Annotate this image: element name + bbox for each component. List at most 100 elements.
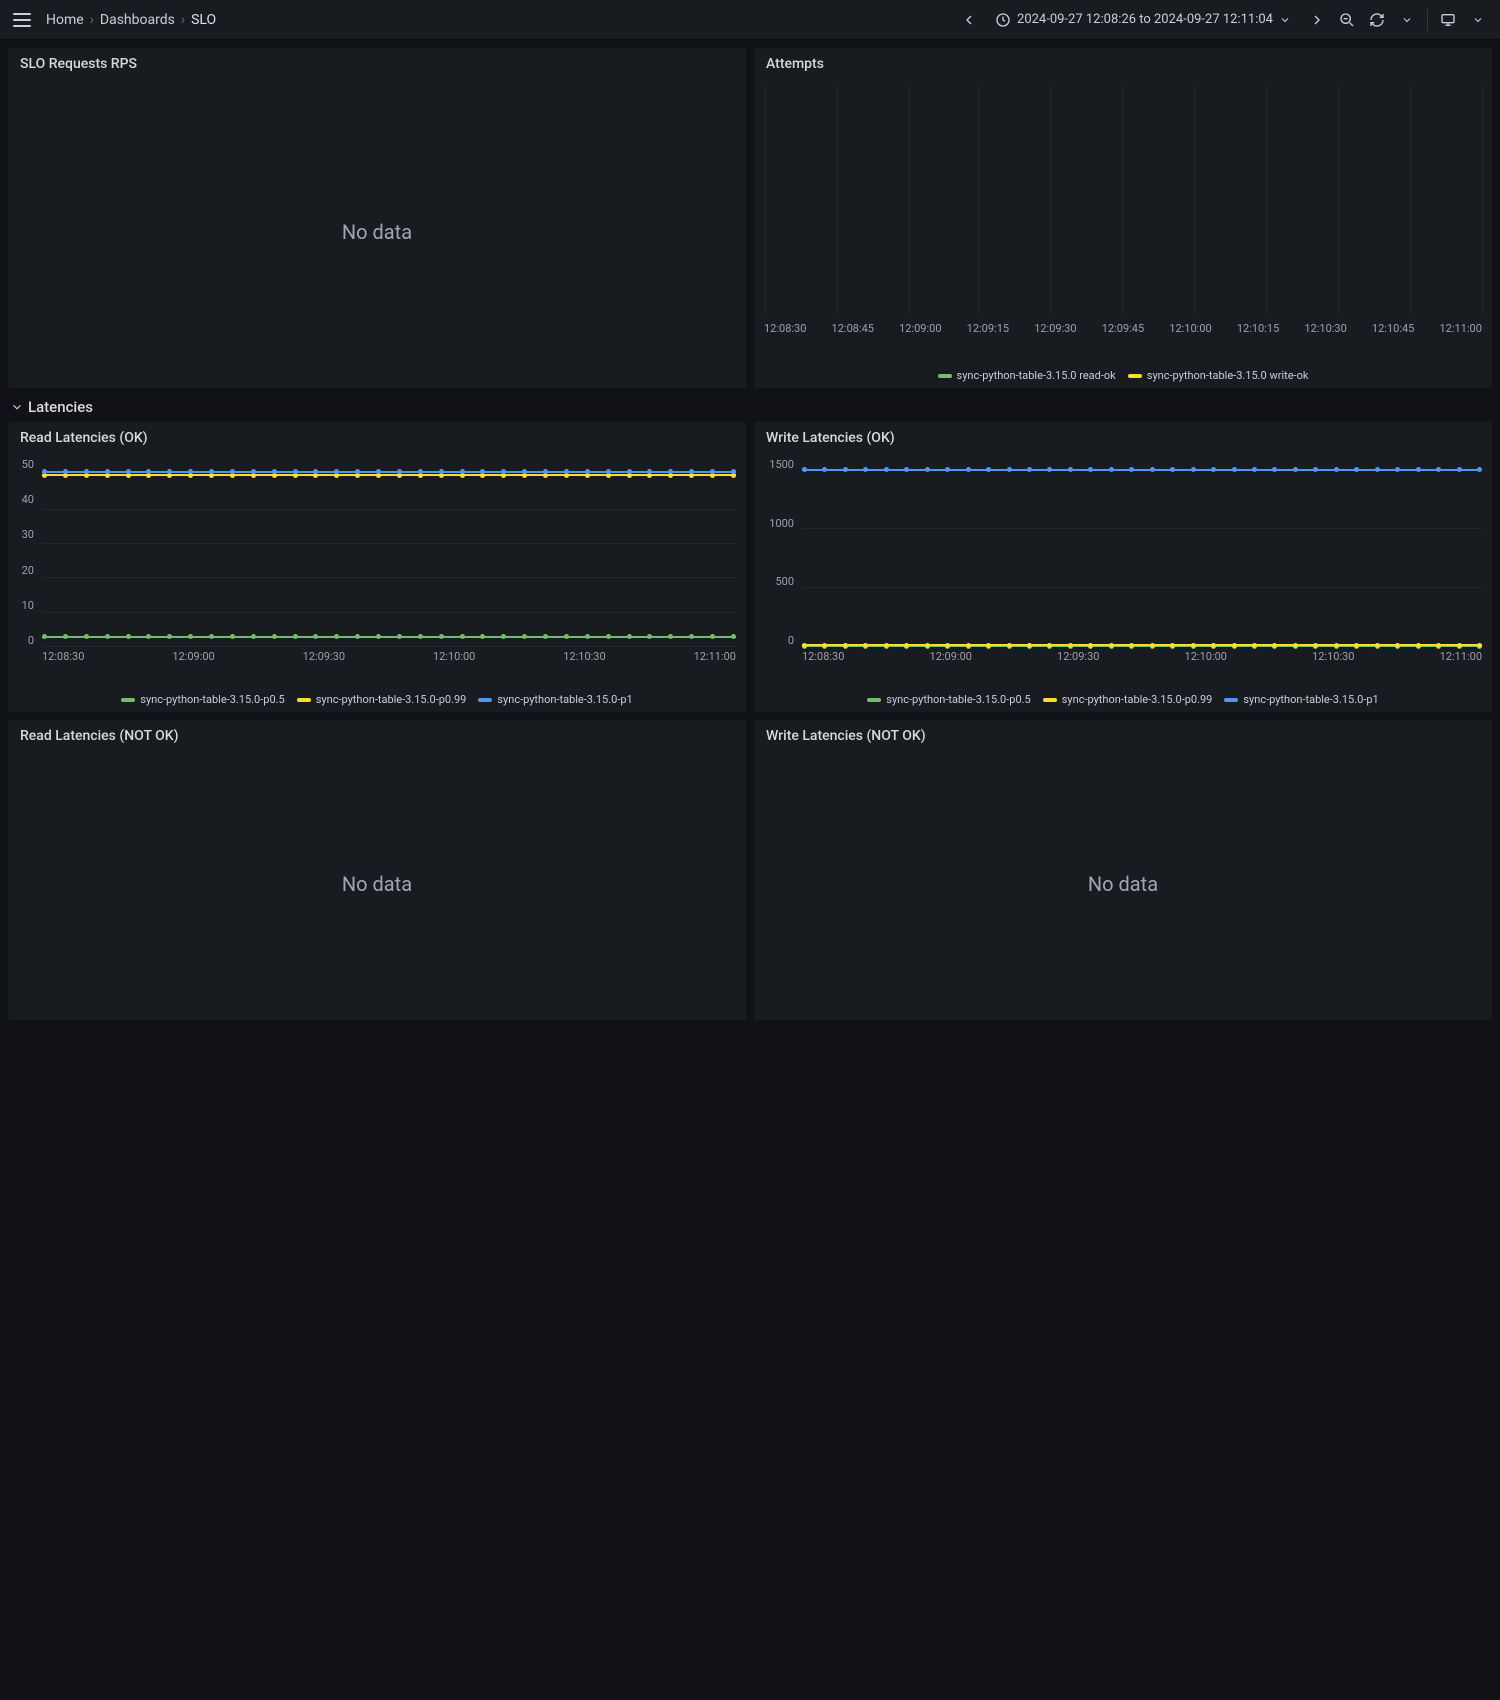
time-range-picker[interactable]: 2024-09-27 12:08:26 to 2024-09-27 12:11:… xyxy=(985,6,1301,34)
y-tick: 500 xyxy=(775,575,794,588)
chart-legend: sync-python-table-3.15.0 read-ok sync-pyt… xyxy=(754,365,1492,388)
x-tick: 12:11:00 xyxy=(1440,650,1482,663)
panel-title: Read Latencies (NOT OK) xyxy=(8,720,746,748)
kiosk-mode-button[interactable] xyxy=(1434,6,1462,34)
refresh-interval-button[interactable] xyxy=(1393,6,1421,34)
series-line xyxy=(802,644,1482,646)
legend-label: sync-python-table-3.15.0-p0.99 xyxy=(1062,693,1213,706)
no-data-label: No data xyxy=(754,748,1492,1020)
x-tick: 12:09:30 xyxy=(1057,650,1099,663)
breadcrumb-home[interactable]: Home xyxy=(46,12,84,28)
legend-label: sync-python-table-3.15.0-p0.5 xyxy=(140,693,284,706)
time-range-next-button[interactable] xyxy=(1303,6,1331,34)
legend-label: sync-python-table-3.15.0-p1 xyxy=(497,693,632,706)
legend-item[interactable]: sync-python-table-3.15.0-p0.99 xyxy=(1043,693,1213,706)
legend-swatch xyxy=(121,698,135,702)
x-tick: 12:10:30 xyxy=(563,650,605,663)
toolbar-divider xyxy=(1427,9,1428,31)
legend-item[interactable]: sync-python-table-3.15.0-p1 xyxy=(1224,693,1378,706)
top-header: Home › Dashboards › SLO 2024-09-27 12:08… xyxy=(0,0,1500,40)
x-tick: 12:08:30 xyxy=(802,650,844,663)
legend-swatch xyxy=(478,698,492,702)
clock-icon xyxy=(995,12,1011,28)
no-data-label: No data xyxy=(8,76,746,388)
chevron-down-icon xyxy=(1279,14,1291,26)
panel-title: Write Latencies (NOT OK) xyxy=(754,720,1492,748)
legend-item[interactable]: sync-python-table-3.15.0 read-ok xyxy=(938,369,1116,382)
x-tick: 12:09:00 xyxy=(172,650,214,663)
breadcrumb-sep: › xyxy=(181,12,185,28)
x-tick: 12:10:00 xyxy=(433,650,475,663)
menu-icon[interactable] xyxy=(8,6,36,34)
header-toolbar: 2024-09-27 12:08:26 to 2024-09-27 12:11:… xyxy=(955,6,1492,34)
chevron-down-icon xyxy=(1472,14,1484,26)
panel-attempts[interactable]: Attempts 12:08:30 12:08:45 12:09:00 12:09:1… xyxy=(754,48,1492,388)
series-line xyxy=(42,474,736,476)
y-tick: 10 xyxy=(22,599,34,612)
x-tick: 12:11:00 xyxy=(694,650,736,663)
refresh-button[interactable] xyxy=(1363,6,1391,34)
panel-title: SLO Requests RPS xyxy=(8,48,746,76)
y-tick: 0 xyxy=(788,634,794,647)
zoom-out-icon xyxy=(1339,12,1355,28)
chart-legend: sync-python-table-3.15.0-p0.5 sync-python… xyxy=(754,689,1492,712)
panel-title: Write Latencies (OK) xyxy=(754,422,1492,450)
legend-swatch xyxy=(297,698,311,702)
x-tick: 12:10:30 xyxy=(1304,322,1346,335)
x-tick: 12:09:45 xyxy=(1102,322,1144,335)
x-tick: 12:08:45 xyxy=(832,322,874,335)
legend-item[interactable]: sync-python-table-3.15.0-p0.5 xyxy=(867,693,1030,706)
chevron-left-icon xyxy=(961,12,977,28)
x-tick: 12:10:45 xyxy=(1372,322,1414,335)
more-options-button[interactable] xyxy=(1464,6,1492,34)
y-tick: 50 xyxy=(22,458,34,471)
x-tick: 12:09:15 xyxy=(967,322,1009,335)
chevron-right-icon xyxy=(1309,12,1325,28)
legend-label: sync-python-table-3.15.0-p1 xyxy=(1243,693,1378,706)
x-tick: 12:09:30 xyxy=(303,650,345,663)
x-tick: 12:08:30 xyxy=(764,322,806,335)
chevron-down-icon xyxy=(1401,14,1413,26)
panel-write-latencies-ok[interactable]: Write Latencies (OK) 150010005000 12:08:… xyxy=(754,422,1492,712)
legend-label: sync-python-table-3.15.0-p0.5 xyxy=(886,693,1030,706)
legend-swatch xyxy=(1128,374,1142,378)
zoom-out-button[interactable] xyxy=(1333,6,1361,34)
legend-label: sync-python-table-3.15.0 read-ok xyxy=(957,369,1116,382)
panel-read-latencies-not-ok[interactable]: Read Latencies (NOT OK) No data xyxy=(8,720,746,1020)
panel-slo-requests-rps[interactable]: SLO Requests RPS No data xyxy=(8,48,746,388)
x-tick: 12:10:15 xyxy=(1237,322,1279,335)
legend-swatch xyxy=(1224,698,1238,702)
y-tick: 0 xyxy=(28,634,34,647)
legend-item[interactable]: sync-python-table-3.15.0-p0.5 xyxy=(121,693,284,706)
legend-label: sync-python-table-3.15.0-p0.99 xyxy=(316,693,467,706)
read-ok-chart: 50403020100 12:08:3012:09:0012:09:3012:1… xyxy=(8,450,746,689)
y-tick: 40 xyxy=(22,493,34,506)
breadcrumb-dashboards[interactable]: Dashboards xyxy=(100,12,175,28)
time-range-prev-button[interactable] xyxy=(955,6,983,34)
chevron-down-icon xyxy=(10,400,24,414)
monitor-icon xyxy=(1440,12,1456,28)
panel-write-latencies-not-ok[interactable]: Write Latencies (NOT OK) No data xyxy=(754,720,1492,1020)
x-tick: 12:09:00 xyxy=(930,650,972,663)
legend-item[interactable]: sync-python-table-3.15.0 write-ok xyxy=(1128,369,1309,382)
breadcrumb-current: SLO xyxy=(191,12,216,28)
x-tick: 12:09:30 xyxy=(1034,322,1076,335)
x-tick: 12:11:00 xyxy=(1439,322,1481,335)
breadcrumb-sep: › xyxy=(90,12,94,28)
time-range-label: 2024-09-27 12:08:26 to 2024-09-27 12:11:… xyxy=(1017,12,1273,27)
x-tick: 12:09:00 xyxy=(899,322,941,335)
y-tick: 1500 xyxy=(769,458,794,471)
legend-swatch xyxy=(867,698,881,702)
x-tick: 12:10:00 xyxy=(1185,650,1227,663)
row-title: Latencies xyxy=(28,398,93,416)
row-header-latencies[interactable]: Latencies xyxy=(8,392,1492,418)
x-tick: 12:10:30 xyxy=(1312,650,1354,663)
refresh-icon xyxy=(1369,12,1385,28)
breadcrumb: Home › Dashboards › SLO xyxy=(46,12,216,28)
chart-legend: sync-python-table-3.15.0-p0.5 sync-python… xyxy=(8,689,746,712)
legend-swatch xyxy=(938,374,952,378)
legend-item[interactable]: sync-python-table-3.15.0-p0.99 xyxy=(297,693,467,706)
legend-item[interactable]: sync-python-table-3.15.0-p1 xyxy=(478,693,632,706)
panel-read-latencies-ok[interactable]: Read Latencies (OK) 50403020100 12:08:30… xyxy=(8,422,746,712)
panel-title: Attempts xyxy=(754,48,1492,76)
